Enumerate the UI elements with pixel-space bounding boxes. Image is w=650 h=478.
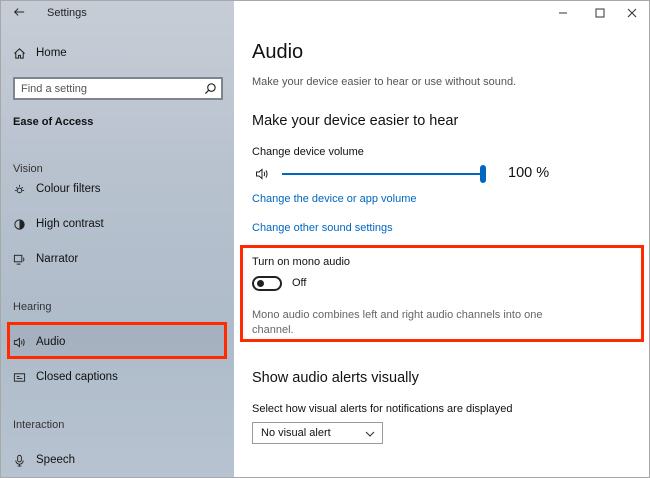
- title-bar: Settings: [1, 1, 234, 25]
- maximize-icon[interactable]: [587, 3, 613, 23]
- mono-audio-description: Mono audio combines left and right audio…: [252, 309, 543, 336]
- toggle-knob: [257, 280, 264, 287]
- sidebar-item-speech[interactable]: Speech: [1, 443, 234, 477]
- mono-audio-state: Off: [292, 277, 307, 289]
- sidebar-item-label: Speech: [36, 454, 76, 466]
- sidebar-item-audio[interactable]: Audio: [1, 325, 234, 359]
- sidebar-item-label: High contrast: [36, 218, 104, 230]
- sidebar-item-narrator[interactable]: Narrator: [1, 242, 234, 276]
- search-icon[interactable]: [204, 82, 217, 95]
- sun-icon: [12, 182, 26, 196]
- home-icon: [12, 46, 26, 60]
- sidebar-item-colour-filters[interactable]: Colour filters: [1, 172, 234, 206]
- volume-row: 100 %: [252, 164, 632, 184]
- sidebar-item-label: Narrator: [36, 253, 79, 265]
- sidebar-item-label: Audio: [36, 336, 66, 348]
- dropdown-value: No visual alert: [261, 427, 331, 439]
- speaker-icon: [255, 167, 269, 181]
- microphone-icon: [12, 453, 26, 467]
- main-content: Audio Make your device easier to hear or…: [234, 1, 649, 477]
- volume-slider-thumb[interactable]: [480, 165, 486, 183]
- section-heading-hear: Make your device easier to hear: [252, 113, 459, 129]
- section-title: Ease of Access: [13, 116, 94, 128]
- volume-slider-track[interactable]: [282, 173, 482, 175]
- sidebar: Settings Home Ease of Access Vision Colo…: [1, 1, 234, 477]
- mono-audio-label: Turn on mono audio: [252, 256, 351, 268]
- volume-value: 100 %: [508, 165, 550, 181]
- app-title: Settings: [47, 7, 87, 19]
- contrast-icon: [12, 217, 26, 231]
- sidebar-item-high-contrast[interactable]: High contrast: [1, 207, 234, 241]
- volume-label: Change device volume: [252, 146, 364, 158]
- chevron-down-icon: [364, 427, 376, 439]
- visual-alert-dropdown[interactable]: No visual alert: [252, 422, 383, 444]
- device-app-volume-link[interactable]: Change the device or app volume: [252, 193, 417, 205]
- minimize-icon[interactable]: [550, 3, 576, 23]
- page-title: Audio: [252, 41, 304, 63]
- group-label-interaction: Interaction: [13, 419, 65, 431]
- closed-captions-icon: [12, 370, 26, 384]
- group-label-hearing: Hearing: [13, 301, 52, 313]
- sound-settings-link[interactable]: Change other sound settings: [252, 222, 393, 234]
- mono-audio-toggle[interactable]: [252, 276, 282, 291]
- narrator-icon: [12, 252, 26, 266]
- alerts-label: Select how visual alerts for notificatio…: [252, 403, 513, 415]
- settings-window: Settings Home Ease of Access Vision Colo…: [0, 0, 650, 478]
- sidebar-item-label: Colour filters: [36, 183, 101, 195]
- close-icon[interactable]: [619, 3, 645, 23]
- speaker-icon: [12, 335, 26, 349]
- sidebar-item-home[interactable]: Home: [1, 36, 234, 70]
- sidebar-item-label: Home: [36, 47, 67, 59]
- sidebar-item-label: Closed captions: [36, 371, 118, 383]
- search-input[interactable]: [15, 79, 195, 98]
- back-arrow-icon[interactable]: [10, 4, 28, 22]
- section-heading-alerts: Show audio alerts visually: [252, 370, 419, 386]
- sidebar-item-closed-captions[interactable]: Closed captions: [1, 360, 234, 394]
- search-box[interactable]: [13, 77, 223, 100]
- page-subtitle: Make your device easier to hear or use w…: [252, 76, 517, 88]
